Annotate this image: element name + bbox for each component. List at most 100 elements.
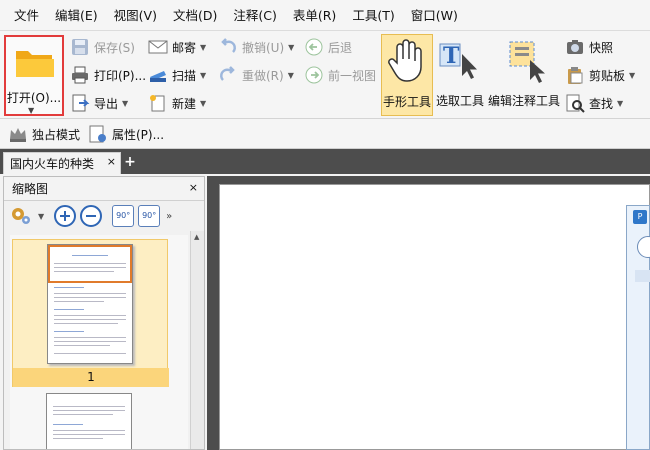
menu-file[interactable]: 文件 [6, 0, 47, 31]
double-chevron-down-icon[interactable]: » [166, 211, 172, 222]
exclusive-mode-label: 独占模式 [32, 127, 81, 142]
thumbnail-panel: 缩略图 × ▼ 90° 90° » 1 ▲ [3, 176, 205, 450]
chevron-down-icon[interactable]: ▼ [617, 99, 623, 108]
export-label: 导出 [94, 96, 119, 111]
document-viewport [207, 176, 650, 450]
text-select-icon: T [439, 43, 477, 79]
mail-icon [148, 40, 168, 54]
chevron-down-icon[interactable]: ▼ [200, 99, 206, 108]
chevron-down-icon[interactable]: ▼ [200, 43, 206, 52]
back-button[interactable]: 后退 [304, 36, 352, 58]
scan-label: 扫描 [172, 68, 197, 83]
select-tool-label: 选取工具 [435, 94, 484, 108]
page-number: 1 [13, 368, 169, 387]
redo-icon [220, 66, 235, 81]
save-button[interactable]: 保存(S) [70, 36, 135, 58]
menu-bar: 文件 编辑(E) 视图(V) 文档(D) 注释(C) 表单(R) 工具(T) 窗… [0, 0, 650, 31]
close-icon[interactable]: × [189, 181, 198, 194]
rotate-left-icon[interactable]: 90° [112, 205, 135, 227]
chevron-down-icon[interactable]: ▼ [200, 71, 206, 80]
zoom-out-icon[interactable] [80, 205, 103, 227]
scan-button[interactable]: 扫描 ▼ [148, 64, 206, 86]
undo-label: 撤销(U) [242, 40, 285, 55]
dialog-field [635, 270, 650, 282]
export-button[interactable]: 导出 ▼ [70, 92, 128, 114]
prev-view-label: 前一视图 [328, 68, 377, 83]
properties-label: 属性(P)... [112, 127, 165, 142]
hand-tool-button[interactable]: 手形工具 [381, 34, 433, 116]
dialog-round-button[interactable] [637, 236, 650, 258]
thumbnail-toolbar: ▼ 90° 90° » [4, 201, 204, 231]
snapshot-label: 快照 [589, 40, 614, 55]
clipboard-label: 剪贴板 [589, 68, 626, 83]
find-icon [566, 94, 585, 113]
chevron-down-icon[interactable]: ▼ [629, 71, 635, 80]
zoom-in-icon[interactable] [54, 205, 77, 227]
close-icon[interactable]: × [107, 155, 116, 168]
back-label: 后退 [328, 40, 353, 55]
secondary-toolbar: 独占模式 属性(P)... [0, 119, 650, 149]
open-label: 打开(O)... [6, 91, 62, 105]
redo-label: 重做(R) [242, 68, 284, 83]
edit-annotation-tool-button[interactable]: 编辑注释工具 [488, 34, 560, 116]
thumbnail-scrollbar[interactable]: ▲ [190, 231, 204, 449]
menu-view[interactable]: 视图(V) [106, 0, 165, 31]
gear-options-icon[interactable] [10, 205, 34, 227]
tab-title: 国内火车的种类 [10, 157, 95, 171]
rotate-right-icon[interactable]: 90° [138, 205, 161, 227]
menu-window[interactable]: 窗口(W) [403, 0, 466, 31]
undo-button[interactable]: 撤销(U) ▼ [218, 36, 294, 58]
visible-area-indicator[interactable] [48, 245, 132, 283]
export-icon [72, 94, 90, 112]
forward-arrow-icon [305, 66, 323, 84]
prev-view-button[interactable]: 前一视图 [304, 64, 376, 86]
chevron-down-icon[interactable]: ▼ [122, 99, 128, 108]
thumbnail-list: 1 [10, 235, 188, 449]
redo-button[interactable]: 重做(R) ▼ [218, 64, 294, 86]
mail-label: 邮寄 [172, 40, 197, 55]
document-tab-bar: 国内火车的种类 × + [0, 149, 650, 174]
chevron-down-icon[interactable]: ▼ [28, 106, 34, 115]
back-arrow-icon [305, 38, 323, 56]
print-button[interactable]: 打印(P)... [70, 64, 146, 86]
tab-document[interactable]: 国内火车的种类 × [3, 152, 121, 174]
printer-icon [72, 66, 88, 84]
scanner-icon [150, 71, 166, 82]
new-button[interactable]: 新建 ▼ [148, 92, 206, 114]
menu-form[interactable]: 表单(R) [285, 0, 344, 31]
snapshot-button[interactable]: 快照 [565, 36, 613, 58]
print-label: 打印(P)... [94, 68, 147, 83]
ribbon: 打开(O)... ▼ 保存(S) 打印(P)... 导出 ▼ 邮寄 ▼ 扫描 ▼… [0, 31, 650, 119]
chevron-down-icon[interactable]: ▼ [288, 71, 294, 80]
menu-document[interactable]: 文档(D) [165, 0, 225, 31]
panel-title: 缩略图 [12, 182, 49, 196]
hand-icon [388, 39, 422, 82]
menu-edit[interactable]: 编辑(E) [47, 0, 106, 31]
floating-dialog: P [626, 205, 650, 450]
exclusive-mode-button[interactable]: 独占模式 [8, 123, 80, 145]
chevron-down-icon[interactable]: ▼ [288, 43, 294, 52]
chevron-down-icon[interactable]: ▼ [38, 212, 44, 221]
app-icon: P [633, 210, 647, 224]
folder-icon [16, 51, 54, 77]
menu-comment[interactable]: 注释(C) [225, 0, 284, 31]
undo-icon [221, 38, 236, 53]
svg-text:T: T [443, 43, 460, 69]
new-tab-button[interactable]: + [123, 155, 137, 169]
menu-tools[interactable]: 工具(T) [344, 0, 402, 31]
properties-button[interactable]: 属性(P)... [88, 123, 164, 145]
thumbnail-page-1[interactable]: 1 [12, 239, 169, 387]
scroll-up-icon[interactable]: ▲ [194, 233, 199, 241]
thumbnail-page-2[interactable] [46, 393, 132, 449]
document-page[interactable] [219, 184, 650, 450]
open-button[interactable]: 打开(O)... ▼ [4, 35, 64, 116]
mail-button[interactable]: 邮寄 ▼ [148, 36, 206, 58]
annotation-select-icon [509, 41, 545, 83]
clipboard-icon [568, 67, 583, 84]
clipboard-button[interactable]: 剪贴板 ▼ [565, 64, 635, 86]
select-tool-button[interactable]: T 选取工具 [435, 34, 485, 116]
properties-icon [89, 125, 106, 143]
new-label: 新建 [172, 96, 197, 111]
find-button[interactable]: 查找 ▼ [565, 92, 623, 114]
crown-icon [10, 128, 26, 142]
